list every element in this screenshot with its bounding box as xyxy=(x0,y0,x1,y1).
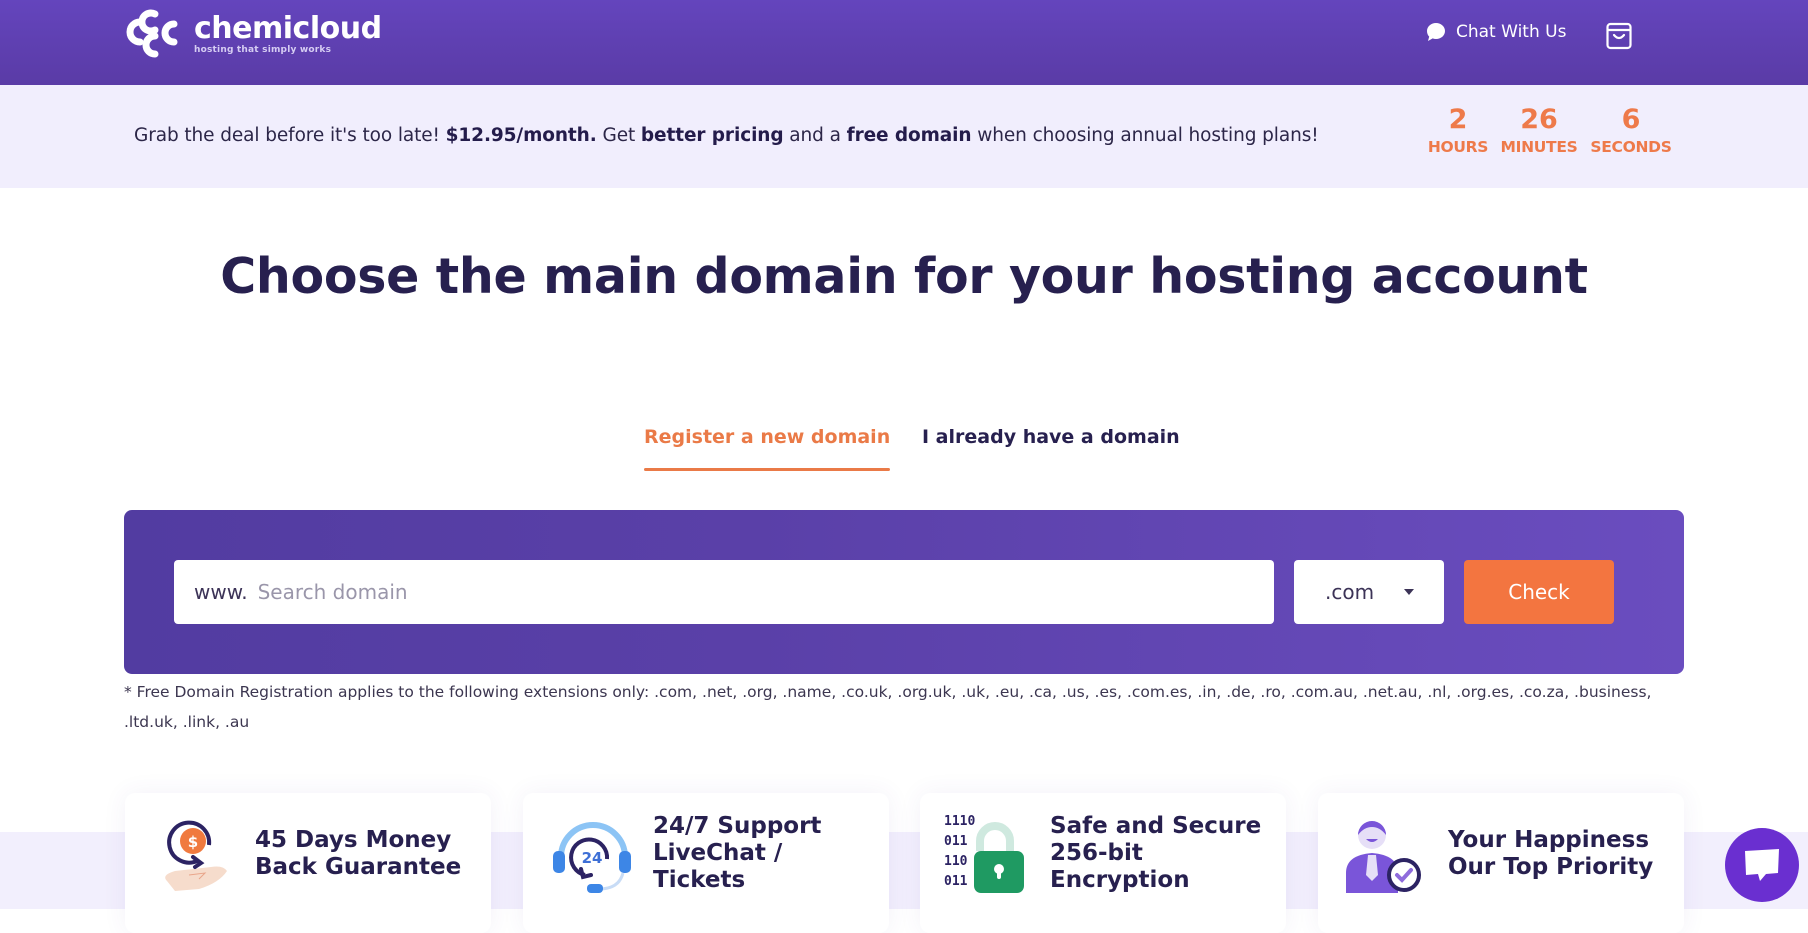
feature-title-line: Back Guarantee xyxy=(255,854,462,880)
top-navbar: chemicloud hosting that simply works Cha… xyxy=(0,0,1808,85)
support-headset-icon: 24 xyxy=(553,822,631,893)
feature-card-support: 24 24/7 Support LiveChat / Tickets xyxy=(523,793,889,933)
svg-text:011: 011 xyxy=(944,834,968,849)
feature-title-line: Encryption xyxy=(1050,867,1190,893)
shopping-bag-icon xyxy=(1606,22,1632,50)
promo-free-domain: free domain xyxy=(846,125,972,146)
feature-title-line: Your Happiness xyxy=(1448,827,1650,853)
feature-card-security: 1110 011 110 011 Safe and Secure 256-bit… xyxy=(920,793,1286,933)
feature-title-line: LiveChat / xyxy=(653,840,783,866)
countdown-minutes-label: MINUTES xyxy=(1500,138,1578,156)
countdown-seconds-value: 6 xyxy=(1621,104,1641,135)
feature-title-line: Our Top Priority xyxy=(1448,854,1654,880)
countdown-hours-label: HOURS xyxy=(1427,138,1489,156)
countdown-seconds: 6 SECONDS xyxy=(1588,103,1674,157)
svg-text:110: 110 xyxy=(944,854,968,869)
caret-down-icon xyxy=(1404,589,1414,595)
promo-banner: Grab the deal before it's too late! $12.… xyxy=(0,85,1808,188)
free-domain-footnote: * Free Domain Registration applies to th… xyxy=(124,683,1652,731)
countdown-hours: 2 HOURS xyxy=(1426,103,1490,157)
feature-card-happiness: Your Happiness Our Top Priority xyxy=(1318,793,1684,933)
countdown-minutes: 26 MINUTES xyxy=(1498,103,1580,157)
live-chat-button[interactable] xyxy=(1725,828,1799,902)
feature-title-line: 45 Days Money xyxy=(255,827,452,853)
chat-with-us-link[interactable]: Chat With Us xyxy=(1426,22,1566,42)
promo-text-part: and a xyxy=(783,125,847,146)
check-button[interactable]: Check xyxy=(1464,560,1614,624)
domain-search-input[interactable] xyxy=(257,580,1158,604)
countdown-hours-value: 2 xyxy=(1448,104,1468,135)
page-title: Choose the main domain for your hosting … xyxy=(220,248,1588,305)
svg-text:1110: 1110 xyxy=(944,814,975,829)
domain-search-field[interactable]: www. xyxy=(174,560,1274,624)
svg-text:24: 24 xyxy=(582,849,603,867)
feature-title: Your Happiness Our Top Priority xyxy=(1448,827,1653,881)
promo-text-part: Grab the deal before it's too late! xyxy=(134,125,446,146)
svg-text:011: 011 xyxy=(944,874,968,889)
chat-with-us-label: Chat With Us xyxy=(1456,22,1567,42)
logo-name: chemicloud xyxy=(194,10,382,46)
promo-better-pricing: better pricing xyxy=(640,125,784,146)
logo-mark-icon xyxy=(126,9,178,58)
feature-title-line: 24/7 Support xyxy=(653,813,822,839)
padlock-icon: 1110 011 110 011 xyxy=(944,814,1024,893)
chat-message-icon xyxy=(1745,849,1779,881)
promo-text-part: when choosing annual hosting plans! xyxy=(971,125,1319,146)
cart-button[interactable] xyxy=(1606,20,1632,54)
feature-title-line: Tickets xyxy=(653,867,746,893)
tld-selected-value: .com xyxy=(1325,580,1375,604)
tab-register-new-domain[interactable]: Register a new domain xyxy=(644,426,891,471)
chemicloud-logo[interactable]: chemicloud hosting that simply works xyxy=(122,8,382,60)
feature-card-money-back: $ 45 Days Money Back Guarantee xyxy=(125,793,491,933)
feature-title-line: 256-bit xyxy=(1050,840,1143,866)
money-back-icon: $ xyxy=(165,820,227,891)
www-prefix: www. xyxy=(194,580,248,604)
feature-title: 45 Days Money Back Guarantee xyxy=(255,827,461,881)
feature-title: 24/7 Support LiveChat / Tickets xyxy=(653,813,821,894)
logo-tagline: hosting that simply works xyxy=(194,44,332,55)
countdown-seconds-label: SECONDS xyxy=(1590,138,1672,156)
tld-select[interactable]: .com xyxy=(1294,560,1444,624)
promo-price: $12.95/month. xyxy=(445,125,597,146)
happy-customer-icon xyxy=(1346,821,1421,893)
feature-title-line: Safe and Secure xyxy=(1050,813,1262,839)
countdown-minutes-value: 26 xyxy=(1520,104,1558,135)
promo-text: Grab the deal before it's too late! $12.… xyxy=(134,125,1319,146)
chat-bubble-icon xyxy=(1427,23,1445,41)
promo-text-part: Get xyxy=(596,125,641,146)
tab-already-have-domain[interactable]: I already have a domain xyxy=(922,426,1180,448)
feature-title: Safe and Secure 256-bit Encryption xyxy=(1050,813,1261,894)
svg-text:$: $ xyxy=(188,833,198,851)
domain-search-panel: www. .com Check xyxy=(124,510,1684,674)
